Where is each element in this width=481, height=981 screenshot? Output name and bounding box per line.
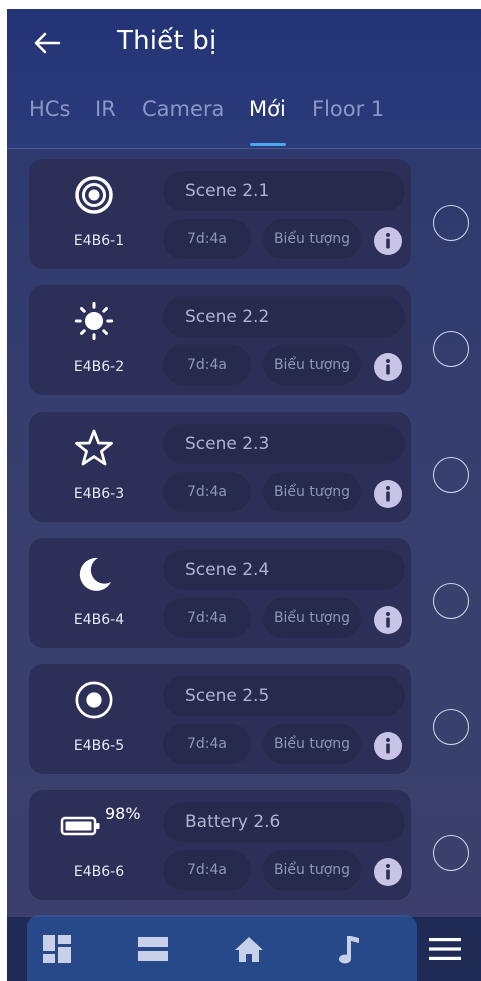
back-arrow-icon[interactable] [33, 31, 61, 55]
menu-icon[interactable] [425, 931, 465, 967]
device-code: E4B6-3 [73, 486, 125, 502]
home-icon[interactable] [231, 931, 267, 967]
scene-name-field[interactable]: Scene 2.5 [163, 676, 405, 716]
info-icon[interactable] [374, 732, 402, 760]
select-radio-6[interactable] [433, 835, 469, 871]
page-title: Thiết bị [117, 26, 217, 56]
icon-select-button[interactable]: Biểu tượng [263, 472, 361, 512]
record-icon [74, 680, 114, 720]
tab-hcs[interactable]: HCs [29, 97, 70, 121]
info-icon[interactable] [374, 480, 402, 508]
time-field[interactable]: 7d:4a [163, 472, 251, 512]
sun-icon [74, 301, 114, 341]
select-radio-4[interactable] [433, 583, 469, 619]
scene-name-field[interactable]: Scene 2.4 [163, 550, 405, 590]
select-radio-3[interactable] [433, 457, 469, 493]
star-icon [74, 428, 114, 468]
select-radio-5[interactable] [433, 709, 469, 745]
top-bar: Thiết bị HCs IR Camera Mới Floor 1 [7, 9, 481, 149]
header-divider [7, 148, 481, 149]
device-card[interactable]: 98% E4B6-6 Battery 2.6 7d:4a Biểu tượng [29, 790, 411, 900]
icon-select-button[interactable]: Biểu tượng [263, 598, 361, 638]
active-tab-indicator [250, 143, 286, 146]
time-field[interactable]: 7d:4a [163, 850, 251, 890]
device-card[interactable]: E4B6-3 Scene 2.3 7d:4a Biểu tượng [29, 412, 411, 522]
device-code: E4B6-2 [73, 359, 125, 375]
device-code: E4B6-4 [73, 612, 125, 628]
scene-name-field[interactable]: Battery 2.6 [163, 802, 405, 842]
list-icon[interactable] [133, 931, 173, 967]
scene-name-field[interactable]: Scene 2.1 [163, 171, 405, 211]
battery-level: 98% [105, 804, 141, 823]
music-icon[interactable] [333, 931, 363, 967]
battery-icon [57, 810, 105, 842]
device-code: E4B6-6 [73, 864, 125, 880]
icon-select-button[interactable]: Biểu tượng [263, 219, 361, 259]
info-icon[interactable] [374, 353, 402, 381]
time-field[interactable]: 7d:4a [163, 219, 251, 259]
scene-name-field[interactable]: Scene 2.2 [163, 297, 405, 337]
info-icon[interactable] [374, 858, 402, 886]
time-field[interactable]: 7d:4a [163, 598, 251, 638]
device-card[interactable]: E4B6-2 Scene 2.2 7d:4a Biểu tượng [29, 285, 411, 395]
device-card[interactable]: E4B6-4 Scene 2.4 7d:4a Biểu tượng [29, 538, 411, 648]
device-card[interactable]: E4B6-5 Scene 2.5 7d:4a Biểu tượng [29, 664, 411, 774]
device-code: E4B6-1 [73, 233, 125, 249]
time-field[interactable]: 7d:4a [163, 345, 251, 385]
moon-icon [74, 554, 114, 594]
dashboard-icon[interactable] [39, 931, 75, 967]
icon-select-button[interactable]: Biểu tượng [263, 345, 361, 385]
info-icon[interactable] [374, 227, 402, 255]
tab-ir[interactable]: IR [95, 97, 116, 121]
tab-floor-1[interactable]: Floor 1 [312, 97, 384, 121]
target-icon [74, 175, 114, 215]
info-icon[interactable] [374, 606, 402, 634]
icon-select-button[interactable]: Biểu tượng [263, 850, 361, 890]
time-field[interactable]: 7d:4a [163, 724, 251, 764]
select-radio-2[interactable] [433, 331, 469, 367]
device-code: E4B6-5 [73, 738, 125, 754]
tab-camera[interactable]: Camera [142, 97, 224, 121]
icon-select-button[interactable]: Biểu tượng [263, 724, 361, 764]
select-radio-1[interactable] [433, 205, 469, 241]
tab-bar: HCs IR Camera Mới Floor 1 [7, 95, 481, 149]
device-card[interactable]: E4B6-1 Scene 2.1 7d:4a Biểu tượng [29, 159, 411, 269]
app-screen: Thiết bị HCs IR Camera Mới Floor 1 E4B6-… [7, 9, 481, 981]
scene-name-field[interactable]: Scene 2.3 [163, 424, 405, 464]
tab-moi[interactable]: Mới [249, 97, 286, 121]
